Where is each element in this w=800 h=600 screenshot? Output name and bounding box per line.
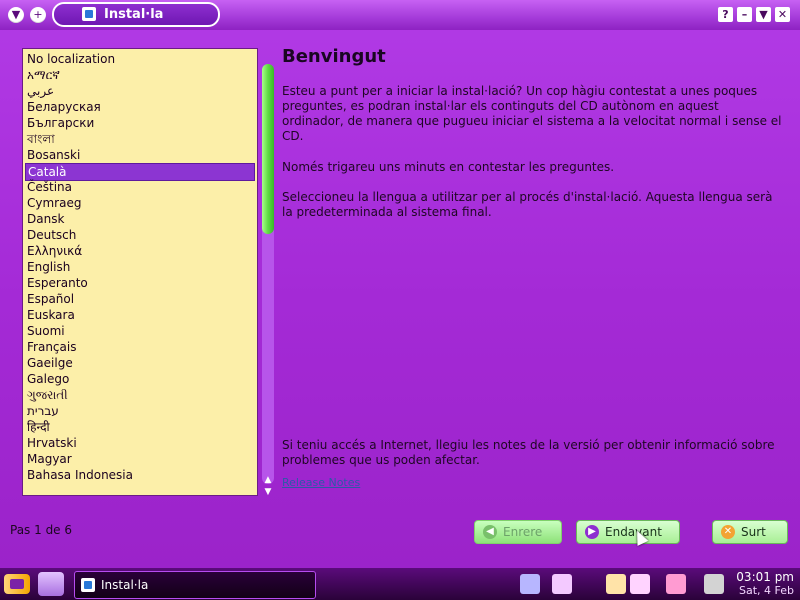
language-item[interactable]: Suomi [25, 323, 255, 339]
language-item[interactable]: English [25, 259, 255, 275]
arrow-right-icon: ▶ [585, 525, 599, 539]
window-controls: ? – ▼ ✕ [714, 7, 790, 22]
minimize-button[interactable]: – [737, 7, 752, 22]
volume-icon[interactable] [630, 574, 650, 594]
language-item[interactable]: No localization [25, 51, 255, 67]
window-title-pill: Instal·la [52, 2, 220, 27]
start-menu-icon[interactable] [4, 574, 30, 594]
language-item[interactable]: Magyar [25, 451, 255, 467]
language-item[interactable]: Esperanto [25, 275, 255, 291]
file-manager-icon[interactable] [38, 572, 64, 596]
language-item[interactable]: Español [25, 291, 255, 307]
back-button[interactable]: ◀ Enrere [474, 520, 562, 544]
clock-date: Sat, 4 Feb [739, 584, 794, 597]
taskbar: Instal·la 03:01 pm Sat, 4 Feb [0, 568, 800, 600]
language-item[interactable]: বাংলা [25, 131, 255, 147]
language-paragraph: Seleccioneu la llengua a utilitzar per a… [282, 190, 773, 219]
language-item[interactable]: Dansk [25, 211, 255, 227]
language-item[interactable]: Hrvatski [25, 435, 255, 451]
page-count: Pas 1 de 6 [10, 523, 73, 537]
language-item[interactable]: Galego [25, 371, 255, 387]
tray-user-icon[interactable] [666, 574, 686, 594]
tray-pen-icon[interactable] [704, 574, 724, 594]
taskbar-window-label: Instal·la [101, 578, 149, 592]
language-item[interactable]: עברית [25, 403, 255, 419]
scroll-down-icon[interactable]: ▼ [262, 486, 274, 498]
language-item[interactable]: Čeština [25, 179, 255, 195]
clock[interactable]: 03:01 pm Sat, 4 Feb [736, 570, 794, 598]
close-icon: ✕ [721, 525, 735, 539]
workspace-switcher-icon[interactable] [552, 574, 572, 594]
language-item[interactable]: Français [25, 339, 255, 355]
language-item[interactable]: Bosanski [25, 147, 255, 163]
taskbar-window-button[interactable]: Instal·la [74, 571, 316, 599]
language-item[interactable]: Bahasa Indonesia [25, 467, 255, 483]
add-icon[interactable]: + [30, 7, 46, 23]
language-item[interactable]: Беларуская [25, 99, 255, 115]
language-item[interactable]: ગુજરાતી [25, 387, 255, 403]
language-item[interactable]: Български [25, 115, 255, 131]
language-item[interactable]: Gaeilge [25, 355, 255, 371]
menu-chevron-icon[interactable]: ▼ [8, 7, 24, 23]
language-list[interactable]: No localization አማርኛ عربي Беларуская Българс… [22, 48, 258, 496]
language-item[interactable]: አማርኛ [25, 67, 255, 83]
title-bar: ▼ + Instal·la ? – ▼ ✕ [0, 0, 800, 30]
scrollbar-thumb[interactable] [262, 64, 274, 234]
language-item[interactable]: Deutsch [25, 227, 255, 243]
release-notes-link[interactable]: Release Notes [282, 476, 360, 489]
internet-paragraph: Si teniu accés a Internet, llegiu les no… [282, 438, 775, 467]
page-title: Benvingut [282, 46, 386, 67]
language-list-scrollbar[interactable]: ▲ ▼ [262, 48, 274, 497]
language-item[interactable]: Ελληνικά [25, 243, 255, 259]
quit-button[interactable]: ✕ Surt [712, 520, 788, 544]
arrow-left-icon: ◀ [483, 525, 497, 539]
language-item[interactable]: हिन्दी [25, 419, 255, 435]
time-paragraph: Només trigareu uns minuts en contestar l… [282, 160, 615, 174]
installer-task-icon [81, 578, 95, 592]
window-title: Instal·la [104, 7, 164, 22]
tray-notes-icon[interactable] [606, 574, 626, 594]
network-tray-icon[interactable] [520, 574, 540, 594]
help-button[interactable]: ? [718, 7, 733, 22]
intro-paragraph: Esteu a punt per a iniciar la instal·lac… [282, 84, 782, 143]
clock-time: 03:01 pm [736, 570, 794, 584]
language-item[interactable]: Cymraeg [25, 195, 255, 211]
language-item[interactable]: Euskara [25, 307, 255, 323]
maximize-button[interactable]: ▼ [756, 7, 771, 22]
close-button[interactable]: ✕ [775, 7, 790, 22]
language-item[interactable]: عربي [25, 83, 255, 99]
forward-button[interactable]: ▶ Endavant [576, 520, 680, 544]
installer-app-icon [82, 7, 96, 21]
scroll-up-icon[interactable]: ▲ [262, 474, 274, 486]
quit-label: Surt [741, 525, 766, 539]
back-label: Enrere [503, 525, 543, 539]
